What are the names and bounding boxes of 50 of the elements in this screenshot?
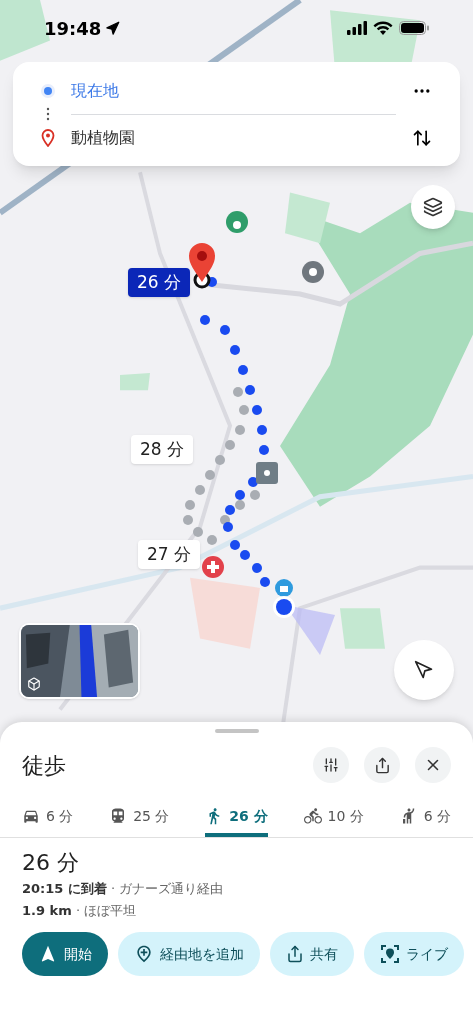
- action-button[interactable]: 経由地を追加: [118, 932, 260, 976]
- layers-icon: [423, 197, 443, 217]
- action-button[interactable]: 開始: [22, 932, 108, 976]
- destination-pin-icon: [41, 128, 55, 147]
- destination-marker-icon: [187, 242, 217, 282]
- shop-marker-icon[interactable]: [275, 579, 293, 597]
- park-area: [340, 608, 385, 649]
- travel-mode-tab[interactable]: 6 分: [22, 799, 74, 837]
- origin-field[interactable]: 現在地: [71, 78, 396, 103]
- travel-mode-tab[interactable]: 10 分: [303, 799, 364, 837]
- navigation-arrow-icon: [414, 660, 434, 680]
- options-button[interactable]: [313, 747, 349, 783]
- destination-field[interactable]: 動植物園: [71, 125, 396, 150]
- drag-handle[interactable]: [214, 729, 259, 733]
- share-icon: [373, 756, 391, 774]
- signal-icon: [347, 21, 367, 35]
- sheet-title: 徒歩: [22, 751, 67, 780]
- arrival-info: 20:15 に到着 · ガナーズ通り経由: [22, 880, 225, 898]
- park-area: [120, 373, 150, 391]
- action-button[interactable]: ライブ: [364, 932, 464, 976]
- zoo-marker-icon[interactable]: [226, 211, 248, 233]
- travel-mode-tab[interactable]: 26 分: [205, 799, 268, 837]
- cube-icon: [27, 677, 41, 691]
- sliders-icon: [323, 757, 339, 773]
- duration: 26 分: [22, 849, 80, 877]
- bicycle-icon: [303, 807, 322, 825]
- add-location-icon: [134, 944, 154, 964]
- share-icon: [286, 945, 304, 963]
- current-location-dot: [273, 596, 335, 655]
- route-time-label[interactable]: 27 分: [138, 540, 201, 569]
- wifi-icon: [373, 21, 393, 35]
- distance-info: 1.9 km · ほぼ平坦: [22, 902, 138, 920]
- travel-mode-tab[interactable]: 6 分: [399, 799, 451, 837]
- route-time-label[interactable]: 26 分: [128, 268, 191, 297]
- storage-place-marker-icon[interactable]: [256, 462, 278, 484]
- location-scan-icon: [380, 944, 400, 964]
- close-button[interactable]: [415, 747, 451, 783]
- travel-mode-tab[interactable]: 25 分: [109, 799, 170, 837]
- place-marker-icon[interactable]: [302, 261, 324, 283]
- current-location-icon: [41, 83, 55, 98]
- hospital-grounds-area: [190, 577, 260, 649]
- location-arrow-icon: [105, 20, 121, 36]
- alternative-route-line[interactable]: [183, 387, 260, 545]
- share-button[interactable]: [364, 747, 400, 783]
- walking-route-line[interactable]: [200, 277, 270, 587]
- hospital-marker-icon[interactable]: [202, 556, 224, 578]
- action-button[interactable]: 共有: [270, 932, 354, 976]
- status-time: 19:48: [44, 16, 102, 41]
- battery-icon: [399, 21, 429, 35]
- route-time-label[interactable]: 28 分: [131, 435, 194, 464]
